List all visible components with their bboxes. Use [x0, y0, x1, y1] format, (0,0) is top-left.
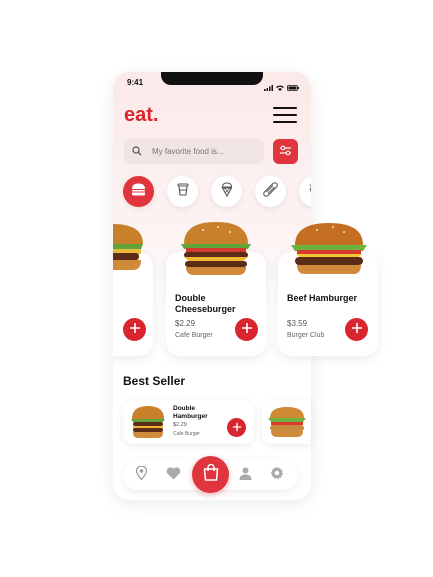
- product-shop: Burger Club: [287, 332, 325, 339]
- nav-settings[interactable]: [269, 466, 284, 485]
- nav-favorites[interactable]: [166, 466, 181, 485]
- best-seller-title: Best Seller: [123, 374, 186, 388]
- product-price: $2.29: [175, 319, 196, 328]
- add-to-cart-button[interactable]: [345, 318, 368, 341]
- plus-icon: [241, 321, 253, 339]
- nav-location[interactable]: [134, 465, 149, 485]
- settings-icon: [270, 466, 284, 485]
- add-to-cart-button[interactable]: [123, 318, 146, 341]
- heart-icon: [166, 466, 181, 485]
- best-burger-image: [131, 406, 165, 438]
- best-seller-name-text: Double Hamburger: [173, 405, 208, 420]
- product-shop: Cafe Burger: [175, 332, 213, 339]
- product-name: Double Cheeseburger: [175, 293, 266, 315]
- product-name-text: Double Cheeseburger: [175, 293, 236, 314]
- plus-icon: [232, 419, 242, 437]
- add-to-cart-button[interactable]: [235, 318, 258, 341]
- shopping-bag-icon: [203, 463, 219, 486]
- best-seller-card[interactable]: Double Hamburger $2.29 Cafe Burger: [123, 400, 254, 444]
- burger-image: [113, 224, 143, 270]
- user-icon: [239, 467, 252, 485]
- best-seller-name: Double Hamburger: [173, 405, 213, 421]
- product-name-text: Beef Hamburger: [287, 293, 358, 303]
- product-carousel: Double Cheeseburger $2.29 Cafe Burger Be…: [113, 0, 433, 577]
- plus-icon: [129, 321, 141, 339]
- best-seller-price: $2.29: [173, 422, 187, 428]
- nav-profile[interactable]: [238, 467, 253, 485]
- add-to-cart-button[interactable]: [227, 418, 246, 437]
- location-pin-icon: [135, 465, 148, 485]
- cheeseburger-image: [181, 222, 251, 275]
- best-seller-card-partial[interactable]: [262, 400, 311, 444]
- plus-icon: [351, 321, 363, 339]
- cart-button[interactable]: [192, 456, 229, 493]
- best-seller-shop: Cafe Burger: [173, 431, 200, 437]
- product-name: Beef Hamburger: [287, 293, 357, 304]
- hamburger-image: [291, 223, 367, 274]
- product-price: $3.59: [287, 319, 308, 328]
- chicken-burger-image: [268, 407, 306, 437]
